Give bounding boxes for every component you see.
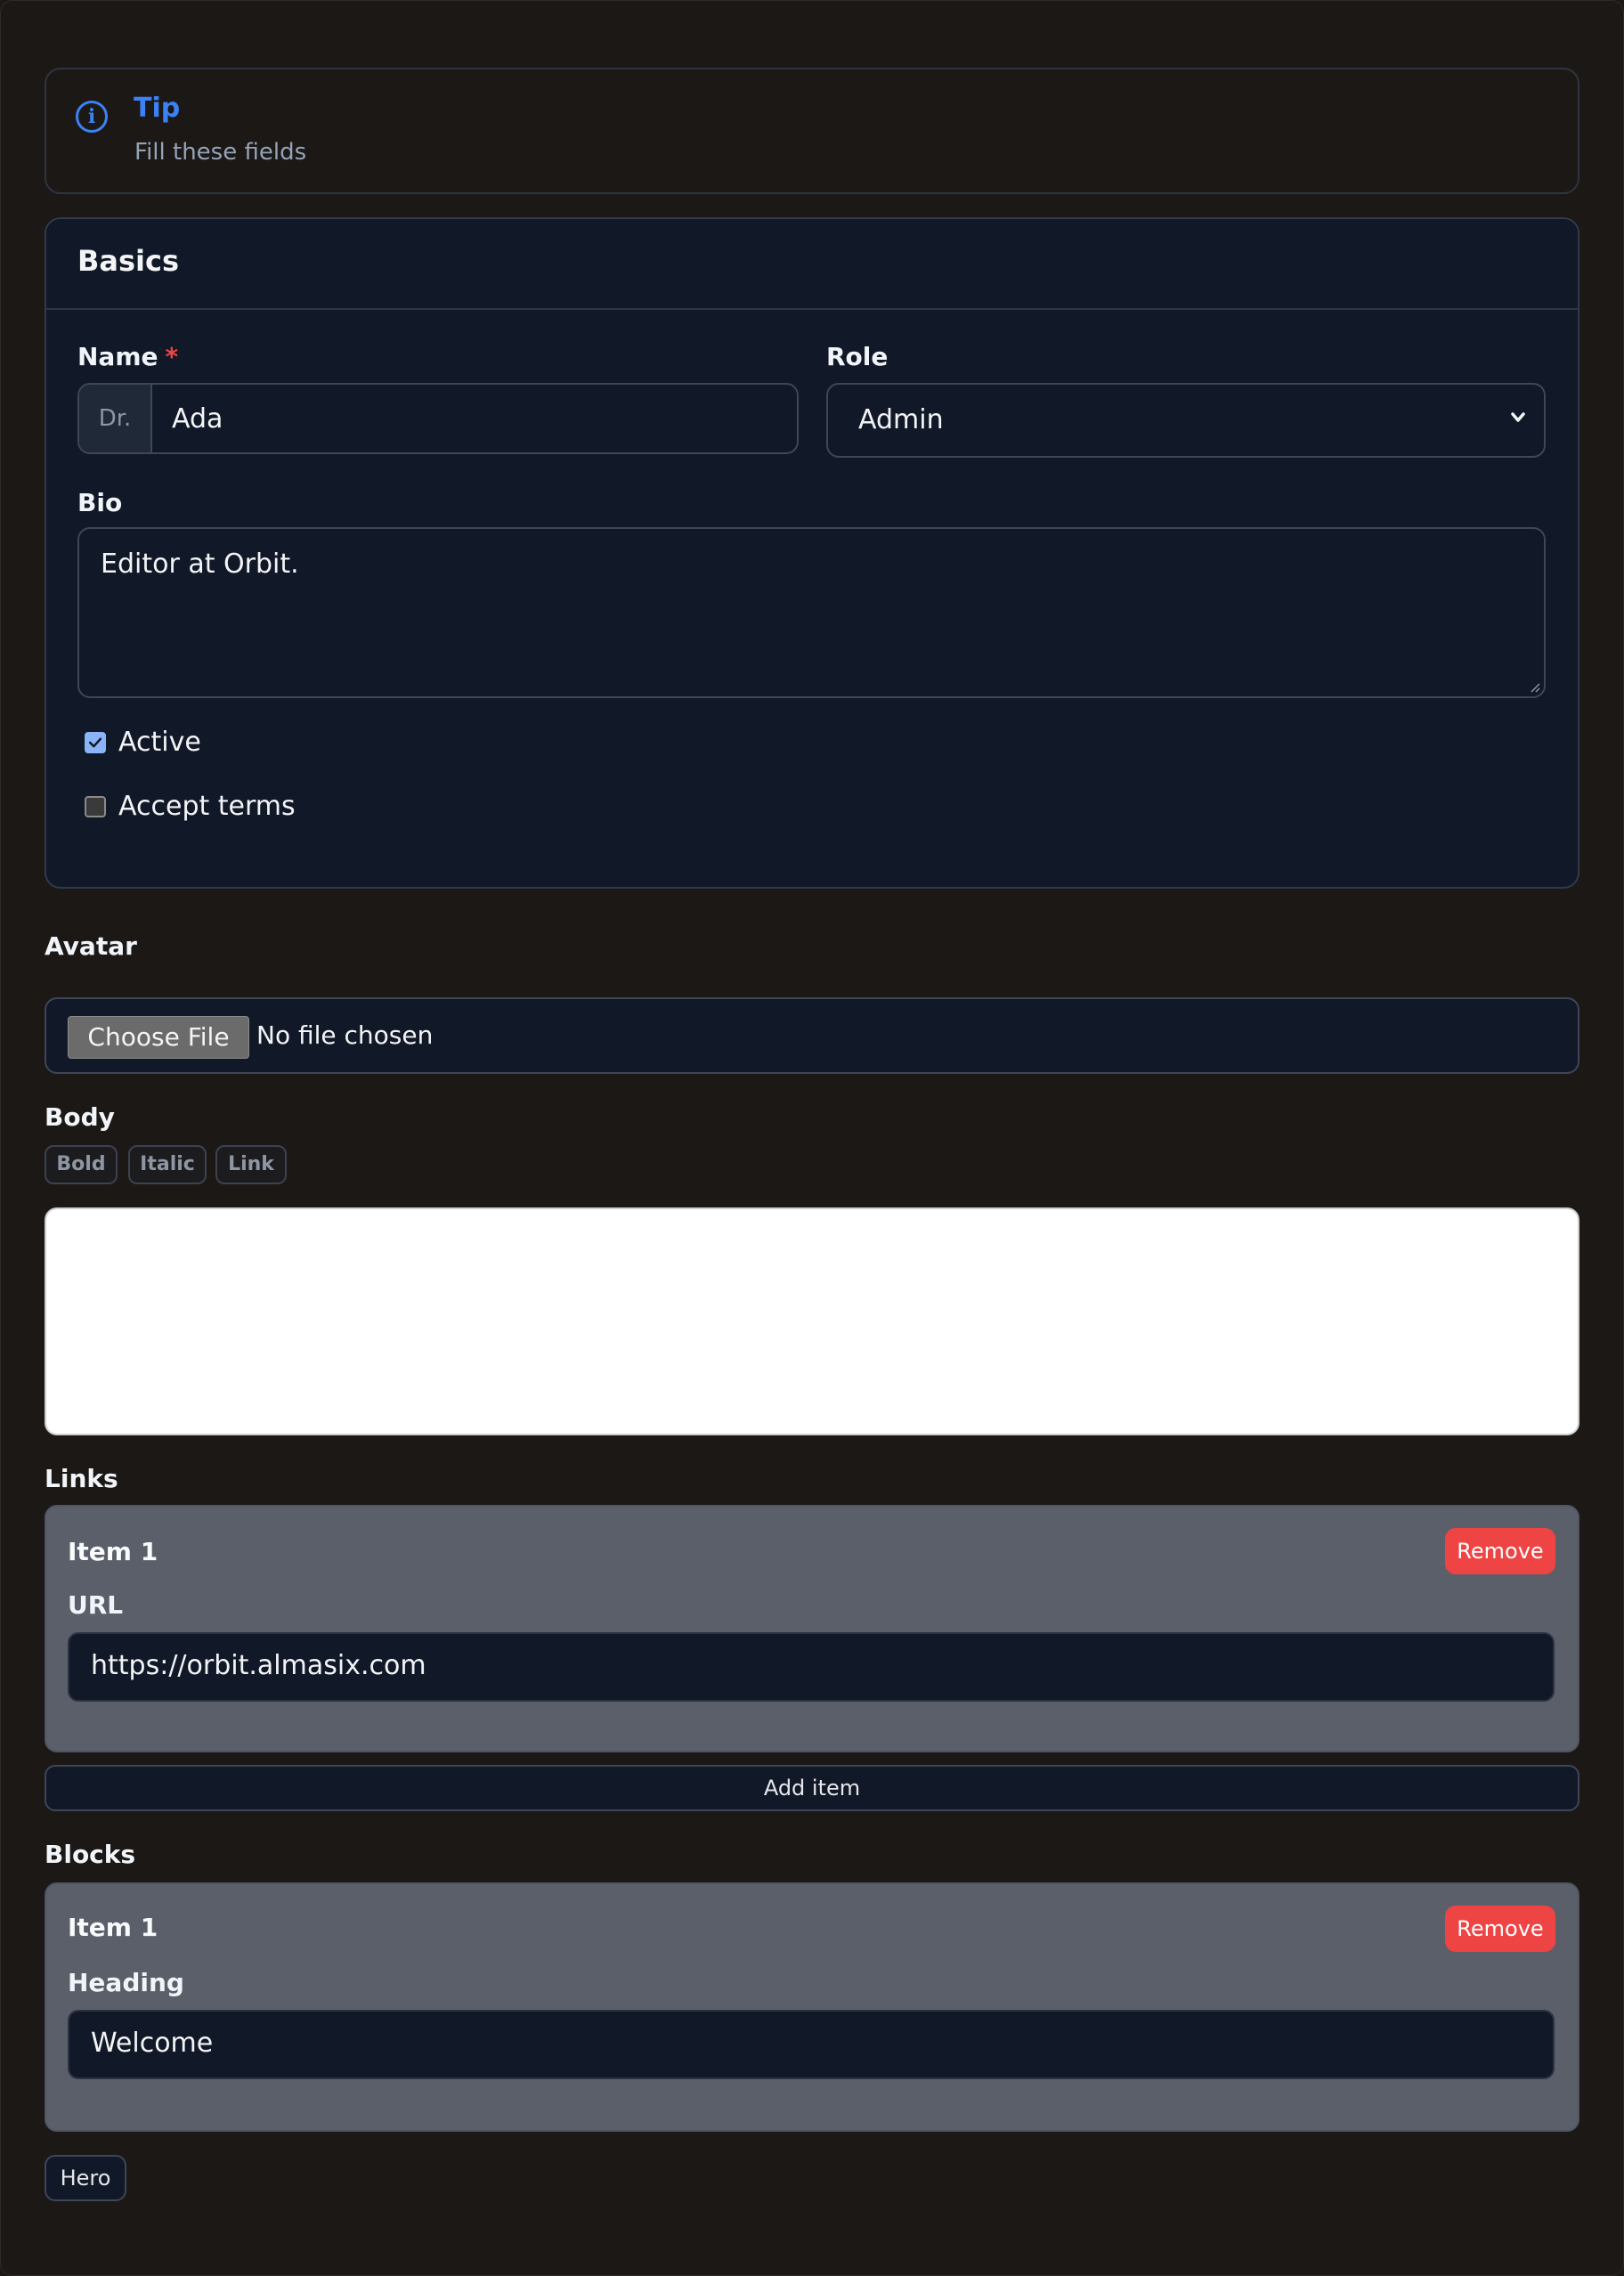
url-value: https://orbit.almasix.com xyxy=(91,1650,426,1681)
add-hero-button[interactable]: Hero xyxy=(45,2155,126,2201)
avatar-file-input: Choose File No file chosen xyxy=(45,997,1579,1074)
resize-handle-icon[interactable] xyxy=(1528,680,1540,693)
basics-title: Basics xyxy=(77,244,180,278)
links-label: Links xyxy=(45,1464,118,1493)
check-icon xyxy=(88,737,102,748)
chevron-down-icon xyxy=(1511,412,1525,422)
name-input-group: Dr. xyxy=(77,383,799,454)
body-editor[interactable] xyxy=(45,1207,1579,1435)
info-icon: i xyxy=(76,101,108,133)
body-label: Body xyxy=(45,1102,115,1132)
url-input[interactable]: https://orbit.almasix.com xyxy=(68,1632,1555,1702)
heading-value: Welcome xyxy=(91,2028,214,2059)
accept-terms-label[interactable]: Accept terms xyxy=(118,791,296,822)
blocks-item-title: Item 1 xyxy=(68,1913,158,1942)
accept-terms-checkbox[interactable] xyxy=(85,796,106,817)
role-selected-value: Admin xyxy=(858,404,944,435)
name-label: Name * xyxy=(77,342,179,371)
blocks-item-card xyxy=(45,1882,1579,2132)
required-mark: * xyxy=(165,342,179,371)
choose-file-button[interactable]: Choose File xyxy=(68,1016,249,1059)
name-prefix: Dr. xyxy=(79,385,152,452)
bio-label: Bio xyxy=(77,488,123,517)
link-button[interactable]: Link xyxy=(215,1145,287,1184)
italic-button[interactable]: Italic xyxy=(128,1145,207,1184)
name-input[interactable] xyxy=(152,385,797,452)
links-item-title: Item 1 xyxy=(68,1537,158,1566)
tip-title: Tip xyxy=(134,93,181,124)
avatar-label: Avatar xyxy=(45,931,137,961)
active-checkbox[interactable] xyxy=(85,732,106,753)
role-select[interactable]: Admin xyxy=(826,383,1546,458)
tip-text: Fill these fields xyxy=(134,139,307,166)
bio-textarea[interactable]: Editor at Orbit. xyxy=(77,527,1546,698)
links-remove-button[interactable]: Remove xyxy=(1445,1528,1555,1574)
heading-label: Heading xyxy=(68,1968,184,1997)
card-divider xyxy=(46,308,1578,310)
add-item-button[interactable]: Add item xyxy=(45,1765,1579,1811)
links-item-card xyxy=(45,1505,1579,1752)
blocks-label: Blocks xyxy=(45,1840,136,1869)
bold-button[interactable]: Bold xyxy=(45,1145,118,1184)
file-status: No file chosen xyxy=(256,1020,434,1050)
active-label[interactable]: Active xyxy=(118,727,201,758)
tip-callout xyxy=(45,68,1579,194)
blocks-remove-button[interactable]: Remove xyxy=(1445,1906,1555,1952)
url-label: URL xyxy=(68,1590,124,1620)
bio-text: Editor at Orbit. xyxy=(101,549,299,580)
role-label: Role xyxy=(826,342,889,371)
heading-input[interactable]: Welcome xyxy=(68,2010,1555,2079)
